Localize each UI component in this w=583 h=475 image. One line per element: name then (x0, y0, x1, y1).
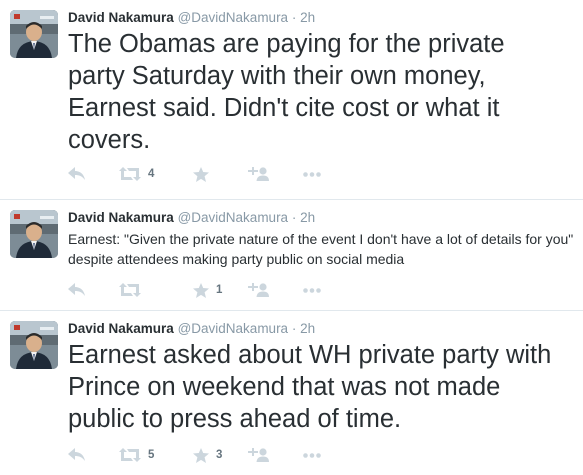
retweet-button[interactable]: 5 (119, 445, 154, 465)
header-separator: · (291, 321, 297, 336)
retweet-icon (119, 283, 141, 297)
reply-icon (68, 448, 85, 462)
more-button[interactable] (303, 280, 321, 300)
tweet-header: David Nakamura @DavidNakamura · 2h (68, 209, 315, 227)
header-separator: · (291, 210, 297, 225)
author-username[interactable]: @DavidNakamura (178, 321, 289, 336)
timestamp[interactable]: 2h (300, 210, 315, 225)
tweet-text: The Obamas are paying for the private pa… (68, 30, 505, 154)
tweet-actions: 1 (68, 280, 348, 300)
tweet-header: David Nakamura @DavidNakamura · 2h (68, 9, 315, 27)
reply-button[interactable] (68, 445, 85, 465)
timestamp[interactable]: 2h (300, 10, 315, 25)
retweet-count: 5 (148, 449, 155, 461)
tweet-text: Earnest: "Given the private nature of th… (68, 231, 574, 267)
avatar[interactable] (10, 321, 58, 369)
author-username[interactable]: @DavidNakamura (178, 210, 289, 225)
header-separator: · (291, 10, 297, 25)
author-username[interactable]: @DavidNakamura (178, 10, 289, 25)
star-icon (193, 282, 209, 298)
retweet-button[interactable]: 4 (119, 164, 154, 184)
retweet-count: 4 (148, 168, 155, 180)
favorite-button[interactable] (193, 164, 216, 184)
follow-button[interactable] (248, 445, 269, 465)
follow-icon (248, 283, 269, 297)
follow-button[interactable] (248, 164, 269, 184)
favorite-button[interactable]: 1 (193, 280, 222, 300)
timestamp[interactable]: 2h (300, 321, 315, 336)
avatar[interactable] (10, 210, 58, 258)
star-icon (193, 166, 209, 182)
avatar[interactable] (10, 10, 58, 58)
favorite-count: 3 (216, 449, 223, 461)
more-icon (303, 171, 321, 177)
more-icon (303, 287, 321, 293)
tweet[interactable]: David Nakamura @DavidNakamura · 2h Earne… (0, 200, 583, 311)
author-name[interactable]: David Nakamura (68, 210, 174, 225)
follow-button[interactable] (248, 280, 269, 300)
tweet-actions: 5 3 (68, 445, 348, 465)
reply-button[interactable] (68, 164, 85, 184)
favorite-count: 1 (216, 284, 223, 296)
retweet-button[interactable] (119, 280, 148, 300)
tweet-text: Earnest asked about WH private party wit… (68, 341, 552, 433)
favorite-button[interactable]: 3 (193, 445, 222, 465)
author-name[interactable]: David Nakamura (68, 321, 174, 336)
retweet-icon (119, 167, 141, 181)
more-icon (303, 452, 321, 458)
follow-icon (248, 448, 269, 462)
more-button[interactable] (303, 164, 321, 184)
reply-icon (68, 283, 85, 297)
tweet-actions: 4 (68, 164, 348, 184)
tweet-header: David Nakamura @DavidNakamura · 2h (68, 320, 315, 338)
follow-icon (248, 167, 269, 181)
tweet[interactable]: David Nakamura @DavidNakamura · 2h The O… (0, 0, 583, 200)
more-button[interactable] (303, 445, 321, 465)
retweet-icon (119, 448, 141, 462)
star-icon (193, 447, 209, 463)
reply-icon (68, 167, 85, 181)
author-name[interactable]: David Nakamura (68, 10, 174, 25)
tweet[interactable]: David Nakamura @DavidNakamura · 2h Earne… (0, 311, 583, 475)
reply-button[interactable] (68, 280, 85, 300)
